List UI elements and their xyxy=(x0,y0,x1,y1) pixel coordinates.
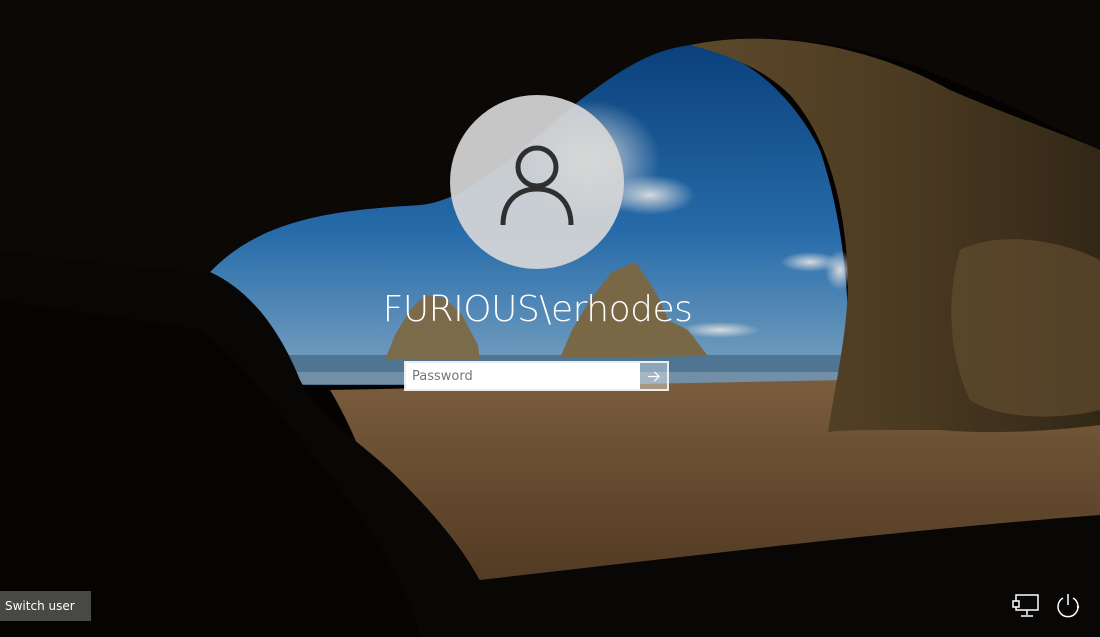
lock-screen: FURIOUS\erhodes Switch user xyxy=(0,0,1100,637)
arrow-right-icon xyxy=(647,370,660,382)
switch-user-button[interactable]: Switch user xyxy=(0,591,91,621)
network-icon xyxy=(1012,594,1039,617)
user-icon xyxy=(500,145,574,226)
submit-button[interactable] xyxy=(640,363,667,389)
power-button[interactable] xyxy=(1053,592,1083,620)
password-input[interactable] xyxy=(406,363,640,389)
power-icon xyxy=(1057,594,1080,618)
network-button[interactable] xyxy=(1011,592,1041,620)
password-box xyxy=(404,361,669,391)
user-avatar xyxy=(450,95,624,269)
username-label: FURIOUS\erhodes xyxy=(382,289,693,330)
